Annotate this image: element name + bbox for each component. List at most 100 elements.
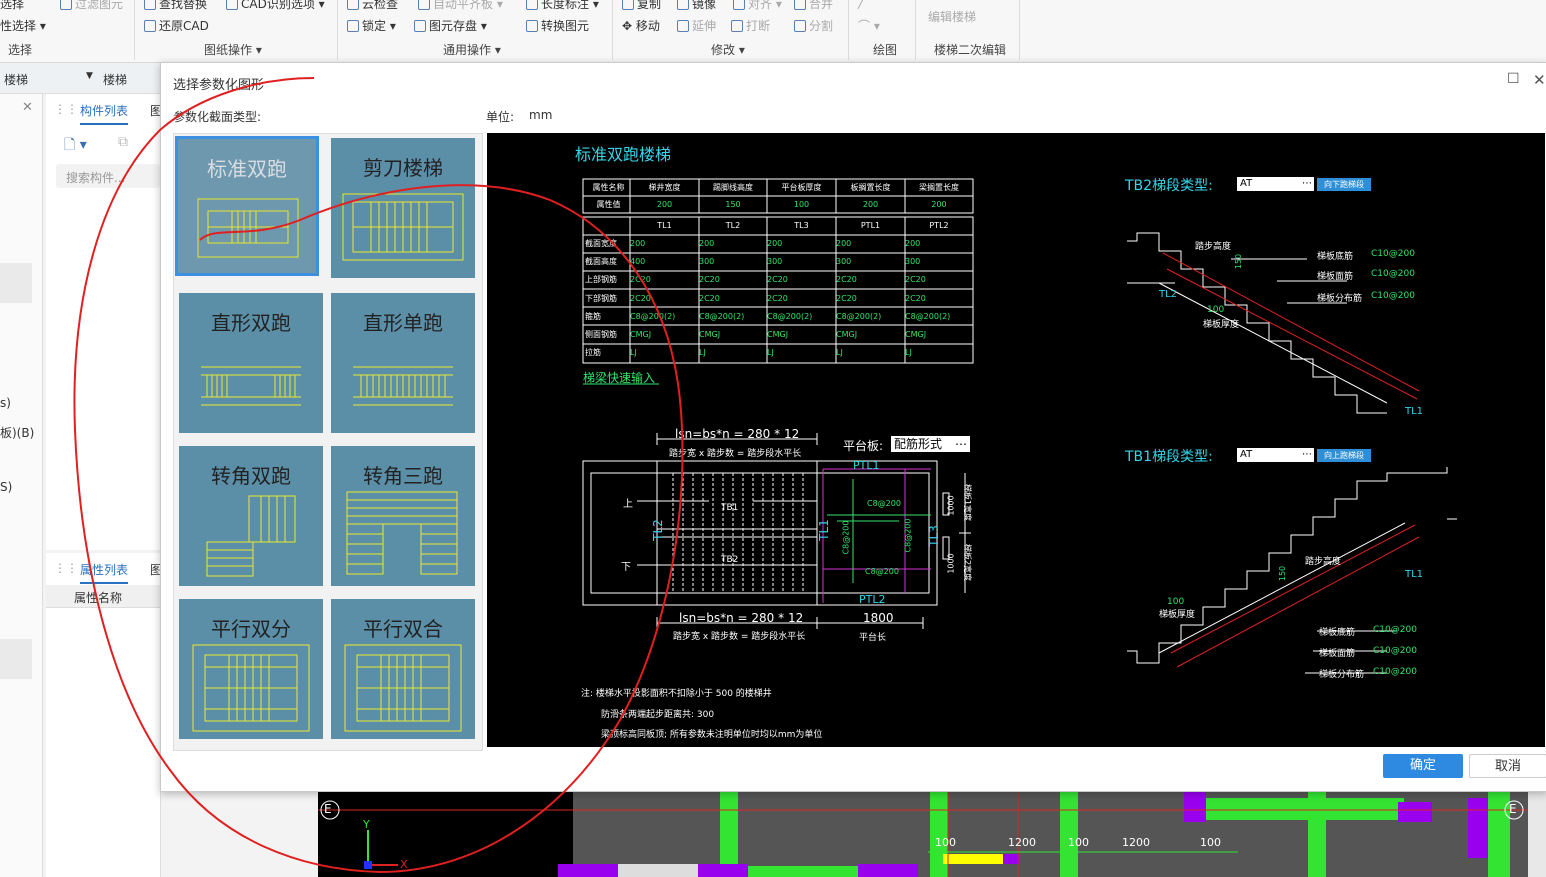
convert-elements-button[interactable]: 转换图元 xyxy=(526,17,589,34)
floor-combo-value: 楼梯 xyxy=(4,73,29,87)
merge-icon xyxy=(794,0,806,10)
find-replace-button[interactable]: 查找替换 xyxy=(144,0,207,12)
nav-label: S) xyxy=(0,480,13,494)
straight-double-thumbnail-icon xyxy=(201,366,301,406)
quick-input-link[interactable]: 梯梁快速输入 xyxy=(583,369,655,386)
tab-component-list[interactable]: 构件列表 xyxy=(80,102,129,125)
select-button[interactable]: 选择 xyxy=(0,0,24,12)
beam-row-cell: 2C20 xyxy=(836,293,857,303)
shape-straight-double[interactable]: 直形双跑 xyxy=(179,293,323,433)
close-icon[interactable]: ✕ xyxy=(22,100,33,115)
search-input[interactable]: 搜索构件... xyxy=(56,164,160,188)
shape-straight-single[interactable]: 直形单跑 xyxy=(331,293,475,433)
shape-label: 平行双分 xyxy=(211,617,291,641)
tab-property-list[interactable]: 属性列表 xyxy=(80,561,129,584)
plan-dim-label: 1000 xyxy=(946,495,956,516)
formula-top: lsn=bs*n = 280 * 12 xyxy=(675,427,800,441)
nav-item[interactable] xyxy=(0,639,32,679)
shape-corner-double[interactable]: 转角双跑 xyxy=(179,446,323,586)
extend-button[interactable]: 延伸 xyxy=(677,17,716,34)
beam-row-cell: 截面宽度 xyxy=(585,239,617,248)
property-header: 属性名称 xyxy=(46,585,160,608)
nav-item[interactable] xyxy=(0,263,32,303)
save-elements-label: 图元存盘 xyxy=(429,19,478,33)
cloud-check-button[interactable]: 云检查 xyxy=(347,0,398,12)
cancel-button[interactable]: 取消 xyxy=(1469,754,1546,778)
unit-label: 单位: xyxy=(486,110,515,124)
plan-ptl1-label: PTL1 xyxy=(853,459,880,472)
align-button[interactable]: 对齐 ▾ xyxy=(733,0,782,12)
shape-scissor-stair[interactable]: 剪刀楼梯 xyxy=(331,138,475,278)
group-modify[interactable]: 修改 ▾ xyxy=(711,41,745,58)
group-drawing-ops[interactable]: 图纸操作 ▾ xyxy=(204,41,262,58)
ok-button[interactable]: 确定 xyxy=(1383,754,1463,778)
vertical-scrollbar[interactable] xyxy=(1528,790,1546,877)
beam-row-cell: LJ xyxy=(699,348,706,358)
beam-row-cell: 2C20 xyxy=(836,275,857,285)
type-combo[interactable]: 楼梯 xyxy=(103,71,127,88)
tb2-direction-button[interactable]: 向下跑梯段 xyxy=(1317,178,1371,191)
maximize-icon[interactable]: ☐ xyxy=(1507,71,1520,87)
attr-value-cell: 150 xyxy=(725,200,741,209)
break-button[interactable]: 打断 xyxy=(731,17,770,34)
platform-select[interactable]: 配筋形式 ⋯ xyxy=(891,436,970,452)
copy-component-icon[interactable]: ⧉ xyxy=(118,134,128,150)
plan-up-label: 上 xyxy=(623,499,633,510)
property-name-header: 属性名称 xyxy=(74,591,123,605)
tb1-thickness-value: 100 xyxy=(1167,597,1185,607)
beam-row-cell: 200 xyxy=(836,239,852,248)
shape-corner-triple[interactable]: 转角三跑 xyxy=(331,446,475,586)
tb2-thickness-label: 梯板厚度 xyxy=(1203,320,1240,330)
merge-button[interactable]: 合并 xyxy=(794,0,833,12)
plan-rebar-label: C8@200 xyxy=(867,499,901,508)
tb2-type-select[interactable]: AT ⋯ xyxy=(1237,177,1314,191)
tb2-step-value: 150 xyxy=(1234,253,1244,270)
lock-icon xyxy=(347,20,359,32)
copy-button[interactable]: 复制 xyxy=(622,0,661,12)
beam-row-cell: 2C20 xyxy=(905,293,926,303)
plan-tb2-label: TB2 xyxy=(721,555,739,565)
drag-handle-icon[interactable]: ⋮⋮ xyxy=(54,561,78,575)
mirror-button[interactable]: 镜像 xyxy=(677,0,716,12)
length-dim-button[interactable]: 长度标注 ▾ xyxy=(526,0,599,12)
tb1-direction-button[interactable]: 向上跑梯段 xyxy=(1317,449,1371,462)
split-button[interactable]: 分割 xyxy=(794,17,833,34)
shape-parallel-merge[interactable]: 平行双合 xyxy=(331,599,475,739)
beam-row-cell: LJ xyxy=(905,348,912,358)
restore-cad-button[interactable]: 还原CAD xyxy=(144,17,209,34)
beam-row-cell: 下部钢筋 xyxy=(585,293,617,303)
new-component-icon[interactable]: 🗋 ▾ xyxy=(64,134,87,158)
property-select-button[interactable]: 性选择 ▾ xyxy=(0,17,46,34)
ribbon-divider xyxy=(134,0,135,60)
beam-row-cell: LJ xyxy=(836,348,843,358)
edit-stair-button[interactable]: 编辑楼梯 xyxy=(928,8,976,25)
floor-combo[interactable]: 楼梯 xyxy=(4,71,28,88)
lock-button[interactable]: 锁定 ▾ xyxy=(347,17,396,34)
attr-header-cell: 梯井宽度 xyxy=(648,183,681,192)
draw-arc-icon[interactable]: ⌒ ▾ xyxy=(858,17,880,34)
shape-parallel-split[interactable]: 平行双分 xyxy=(179,599,323,739)
shape-standard-double[interactable]: 标准双跑 xyxy=(175,136,319,276)
align-icon xyxy=(418,0,430,10)
search-placeholder: 搜索构件... xyxy=(66,171,126,185)
dimension-label: 1200 xyxy=(1008,836,1036,849)
auto-align-slab-button[interactable]: 自动平齐板 ▾ xyxy=(418,0,503,12)
beam-header-cell: TL2 xyxy=(725,221,741,230)
close-icon[interactable]: ✕ xyxy=(1533,71,1546,89)
auto-align-label: 自动平齐板 xyxy=(433,0,494,11)
tb1-type-select[interactable]: AT ⋯ xyxy=(1237,448,1314,462)
nav-panel: ✕ s) 板)(B) S) xyxy=(0,94,43,877)
combo-arrow-icon[interactable]: ▼ xyxy=(86,71,93,81)
group-general-ops[interactable]: 通用操作 ▾ xyxy=(443,41,501,58)
formula-bottom: lsn=bs*n = 280 * 12 xyxy=(679,611,804,625)
cad-options-button[interactable]: CAD识别选项 ▾ xyxy=(226,0,325,12)
save-elements-button[interactable]: 图元存盘 ▾ xyxy=(414,17,487,34)
break-icon xyxy=(731,20,743,32)
cad-canvas[interactable]: E E 100 1200 100 1200 100 Y X xyxy=(318,790,1528,877)
drag-handle-icon[interactable]: ⋮⋮ xyxy=(54,102,78,116)
draw-line-icon[interactable]: ╱ xyxy=(858,0,865,9)
filter-elements-button[interactable]: 过滤图元 xyxy=(60,0,123,12)
shape-label: 转角双跑 xyxy=(211,464,291,488)
move-button[interactable]: ✥ 移动 xyxy=(622,17,660,34)
tb1-top-bar-label: 梯板面筋 xyxy=(1319,649,1356,659)
